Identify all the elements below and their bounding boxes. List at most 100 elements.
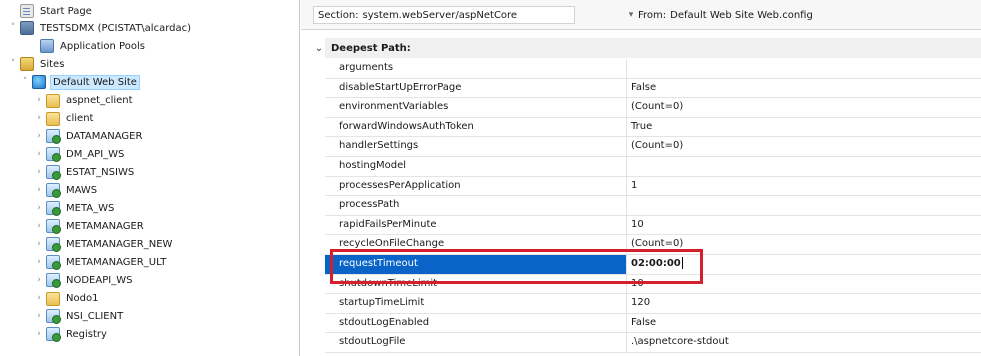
collapsed-chevron-icon[interactable]: › (34, 257, 44, 267)
tree-node-label: Nodo1 (66, 292, 99, 304)
tree-node[interactable]: › DATAMANAGER (34, 128, 144, 144)
web-application-icon (46, 327, 61, 342)
tree-node[interactable]: › NSI_CLIENT (34, 308, 125, 324)
tree-node[interactable]: ˅ Default Web Site (20, 74, 140, 90)
property-value[interactable]: True (627, 118, 981, 137)
tree-node-label: DM_API_WS (66, 148, 125, 160)
property-row[interactable]: requestTimeout 02:00:00 (325, 255, 981, 275)
property-value-text: 1 (631, 179, 638, 191)
property-value[interactable]: (Count=0) (627, 137, 981, 156)
tree-node[interactable]: › aspnet_client (34, 92, 135, 108)
tree-node-label: ESTAT_NSIWS (66, 166, 135, 178)
application-pools-icon (40, 39, 54, 53)
property-row[interactable]: hostingModel (325, 157, 981, 177)
collapsed-chevron-icon[interactable]: › (34, 203, 44, 213)
property-value[interactable]: 10 (627, 275, 981, 294)
tree-node[interactable]: › DM_API_WS (34, 146, 126, 162)
collapsed-chevron-icon[interactable]: › (34, 329, 44, 339)
dropdown-arrow-icon[interactable]: ▾ (624, 10, 638, 20)
web-application-icon (46, 255, 61, 270)
property-row[interactable]: stdoutLogEnabled False (325, 313, 981, 334)
tree-node[interactable]: Application Pools (28, 38, 147, 54)
tree-node[interactable]: › METAMANAGER_ULT (34, 254, 168, 270)
property-row[interactable]: recycleOnFileChange (Count=0) (325, 235, 981, 255)
tree-node[interactable]: › METAMANAGER_NEW (34, 236, 174, 252)
collapsed-chevron-icon[interactable]: › (34, 221, 44, 231)
collapsed-chevron-icon[interactable]: › (34, 95, 44, 105)
tree-node[interactable]: Start Page (8, 3, 94, 19)
group-header[interactable]: ⌄ Deepest Path: (315, 38, 981, 58)
property-row[interactable]: environmentVariables (Count=0) (325, 98, 981, 118)
property-row[interactable]: startupTimeLimit 120 (325, 294, 981, 314)
collapsed-chevron-icon[interactable]: › (34, 275, 44, 285)
web-application-icon (46, 309, 61, 324)
property-value-text: (Count=0) (631, 140, 684, 152)
property-name: stdoutLogFile (325, 333, 627, 352)
property-value-text: 02:00:00 (631, 258, 681, 269)
collapse-chevron-icon[interactable]: ⌄ (313, 43, 325, 54)
from-value: Default Web Site Web.config (670, 9, 813, 21)
tree-node[interactable]: › META_WS (34, 200, 116, 216)
property-value[interactable]: False (627, 79, 981, 98)
property-row[interactable]: rapidFailsPerMinute 10 (325, 215, 981, 236)
property-name: shutdownTimeLimit (325, 274, 627, 294)
tree-node[interactable]: ˅ Sites (8, 56, 66, 72)
property-row[interactable]: stdoutLogFile .\aspnetcore-stdout (325, 333, 981, 353)
property-value[interactable]: False (627, 314, 981, 333)
property-value[interactable] (627, 157, 981, 176)
tree-node[interactable]: › NODEAPI_WS (34, 272, 134, 288)
property-value-text: 10 (631, 218, 644, 230)
property-value[interactable]: 10 (627, 216, 981, 235)
collapsed-chevron-icon[interactable]: › (34, 167, 44, 177)
collapsed-chevron-icon[interactable]: › (34, 113, 44, 123)
property-value[interactable]: 1 (627, 177, 981, 196)
property-row[interactable]: forwardWindowsAuthToken True (325, 117, 981, 138)
collapsed-chevron-icon[interactable]: › (34, 293, 44, 303)
collapsed-chevron-icon[interactable]: › (34, 239, 44, 249)
tree-node[interactable]: › METAMANAGER (34, 218, 146, 234)
property-value[interactable] (627, 196, 981, 215)
collapsed-chevron-icon[interactable]: › (34, 149, 44, 159)
tree-node-label: Start Page (40, 5, 92, 17)
property-row[interactable]: arguments (325, 59, 981, 79)
property-name: arguments (325, 59, 627, 78)
property-value[interactable] (627, 59, 981, 78)
tree-node[interactable]: › client (34, 110, 95, 126)
tree-node[interactable]: › ESTAT_NSIWS (34, 164, 136, 180)
tree-node-label: DATAMANAGER (66, 130, 143, 142)
tree-node[interactable]: ˅ TESTSDMX (PCISTAT\alcardac) (8, 20, 193, 36)
section-label: Section: (318, 9, 359, 21)
tree-node[interactable]: › Registry (34, 326, 109, 342)
property-row[interactable]: disableStartUpErrorPage False (325, 78, 981, 99)
from-selector[interactable]: ▾ From: Default Web Site Web.config (624, 6, 968, 24)
collapsed-chevron-icon[interactable]: › (34, 311, 44, 321)
collapsed-chevron-icon[interactable]: › (34, 185, 44, 195)
tree-node-label: TESTSDMX (PCISTAT\alcardac) (40, 22, 192, 34)
property-value[interactable]: 120 (627, 294, 981, 313)
section-selector[interactable]: Section: system.webServer/aspNetCore (313, 6, 575, 24)
property-value[interactable]: (Count=0) (627, 235, 981, 254)
expanded-chevron-icon[interactable]: ˅ (8, 23, 18, 33)
property-name: forwardWindowsAuthToken (325, 117, 627, 137)
tree-node[interactable]: › Nodo1 (34, 290, 100, 306)
property-row[interactable]: processPath (325, 196, 981, 216)
property-row[interactable]: processesPerApplication 1 (325, 176, 981, 197)
expanded-chevron-icon[interactable]: ˅ (8, 59, 18, 69)
tree-node[interactable]: › MAWS (34, 182, 99, 198)
property-value-input[interactable]: 02:00:00 (627, 255, 981, 274)
connections-tree[interactable]: Start Page ˅ TESTSDMX (PCISTAT\alcardac) Ap… (0, 0, 300, 356)
property-value[interactable]: (Count=0) (627, 98, 981, 117)
web-application-icon (46, 273, 61, 288)
property-value[interactable]: .\aspnetcore-stdout (627, 333, 981, 352)
property-row[interactable]: shutdownTimeLimit 10 (325, 274, 981, 295)
tree-node-label: METAMANAGER_NEW (66, 238, 173, 250)
expanded-chevron-icon[interactable]: ˅ (20, 77, 30, 87)
folder-icon (46, 94, 60, 108)
property-name: environmentVariables (325, 98, 627, 117)
tree-node-label: MAWS (66, 184, 98, 196)
property-row[interactable]: handlerSettings (Count=0) (325, 137, 981, 157)
collapsed-chevron-icon[interactable]: › (34, 131, 44, 141)
folder-icon (46, 112, 60, 126)
